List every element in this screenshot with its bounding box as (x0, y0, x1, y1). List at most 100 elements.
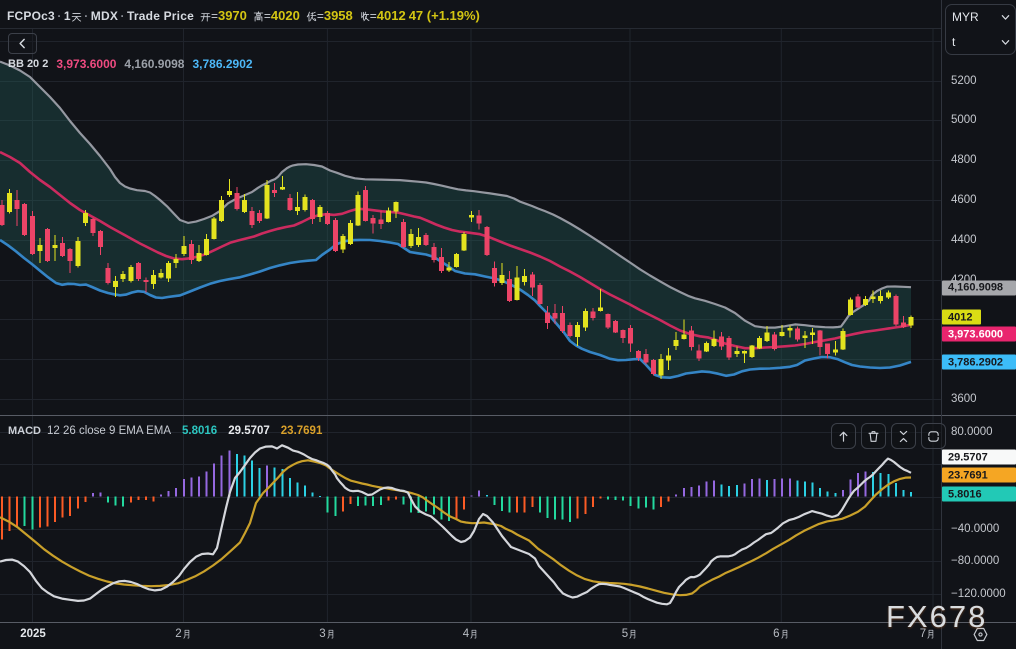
candle-body (507, 279, 513, 301)
macd-histogram-bar (500, 496, 503, 511)
candle-body (52, 245, 58, 248)
interval-label[interactable]: 1 (64, 9, 82, 23)
macd-histogram-bar (531, 496, 534, 507)
candle-wick (372, 215, 374, 234)
high-label: = (253, 9, 271, 23)
macd-histogram-bar (76, 496, 79, 509)
macd-histogram-bar (811, 482, 814, 497)
collapse-pane-button[interactable] (891, 423, 916, 449)
candle-body (900, 322, 906, 327)
candle-body (885, 292, 891, 298)
candle-body (370, 218, 376, 224)
currency-dropdown[interactable]: MYR (946, 5, 1015, 29)
candle-body (29, 216, 35, 254)
macd-histogram-bar (523, 496, 526, 513)
macd-histogram-bar (288, 477, 291, 497)
chart-canvas[interactable] (0, 0, 1016, 649)
candle-wick (296, 192, 298, 215)
candle-body (529, 274, 535, 288)
macd-histogram-bar (296, 482, 299, 497)
arrow-up-icon (839, 431, 848, 442)
candle-body (522, 276, 528, 282)
macd-histogram-bar (485, 495, 488, 497)
candle-body (590, 311, 596, 318)
candle-body (650, 360, 656, 374)
separator-dot: · (84, 8, 89, 23)
candle-body (597, 307, 603, 311)
candle-body (355, 195, 361, 226)
delete-pane-button[interactable] (861, 423, 886, 449)
candle-body (825, 343, 831, 354)
candle-body (772, 334, 778, 349)
time-axis-tick: 4 (463, 628, 479, 640)
candle-body (446, 267, 452, 271)
macd-histogram-bar (576, 496, 579, 519)
candle-body (908, 317, 914, 326)
macd-histogram-bar (637, 496, 640, 509)
macd-histogram-bar (493, 496, 496, 505)
macd-histogram-bar (781, 478, 784, 497)
candle-body (226, 191, 232, 195)
macd-histogram-bar (758, 478, 761, 497)
candle-body (431, 247, 437, 260)
macd-histogram-bar (99, 492, 102, 497)
candle-body (400, 222, 406, 247)
macd-histogram-bar (266, 465, 269, 497)
time-axis-tick: 3 (319, 628, 335, 640)
candle-body (484, 227, 490, 255)
macd-histogram-bar (841, 490, 844, 497)
price-axis-badge: 3,786.2902 (942, 354, 1016, 370)
macd-indicator-legend[interactable]: MACD 12 26 close 9 EMA EMA 5.8016 29.570… (8, 425, 322, 437)
candle-body (158, 273, 164, 278)
move-pane-up-button[interactable] (831, 423, 856, 449)
macd-histogram-bar (629, 496, 632, 507)
candle-body (552, 313, 558, 319)
candle-body (817, 330, 823, 347)
candle-body (764, 332, 770, 341)
candle-body (219, 200, 225, 221)
chevron-left-icon (19, 38, 25, 49)
exchange-label[interactable]: MDX (91, 9, 118, 23)
bb-indicator-legend[interactable]: BB 20 2 3,973.6000 4,160.9098 3,786.2902 (8, 57, 253, 71)
candle-body (734, 351, 740, 354)
macd-histogram-bar (569, 496, 572, 522)
candle-body (393, 202, 399, 212)
macd-histogram-bar (16, 496, 19, 527)
back-button[interactable] (8, 33, 37, 54)
unit-dropdown[interactable]: t (946, 30, 1015, 54)
cjk-glyph (780, 629, 790, 639)
macd-histogram-bar (61, 496, 64, 518)
candle-body (181, 246, 187, 254)
open-label: = (200, 9, 218, 23)
trash-icon (868, 430, 879, 442)
candle-body (340, 236, 346, 250)
macd-histogram-bar (720, 484, 723, 497)
candle-body (893, 296, 899, 325)
maximize-pane-button[interactable] (921, 423, 946, 449)
candle-body (196, 253, 202, 261)
macd-histogram-bar (644, 496, 647, 508)
candle-body (544, 312, 550, 323)
candle-body (681, 334, 687, 339)
time-axis-tick: 2025 (20, 628, 46, 640)
macd-signal-value: 23.7691 (280, 425, 323, 437)
symbol-name[interactable]: FCPOc3 (7, 9, 55, 23)
macd-histogram-bar (84, 496, 87, 502)
candle-body (44, 229, 50, 261)
macd-histogram-bar (311, 492, 314, 497)
macd-histogram-bar (54, 496, 57, 522)
candle-body (870, 296, 876, 299)
macd-histogram-bar (243, 455, 246, 497)
candle-body (317, 207, 323, 217)
candle-body (385, 210, 391, 222)
candle-body (302, 197, 308, 210)
macd-histogram-bar (46, 496, 49, 527)
macd-histogram-bar (591, 496, 594, 508)
macd-histogram-bar (114, 496, 117, 506)
candle-body (476, 215, 482, 224)
cjk-glyph (306, 11, 317, 22)
macd-histogram-bar (470, 495, 473, 497)
macd-histogram-bar (167, 491, 170, 497)
candle-body (241, 200, 247, 212)
candle-body (560, 313, 566, 331)
